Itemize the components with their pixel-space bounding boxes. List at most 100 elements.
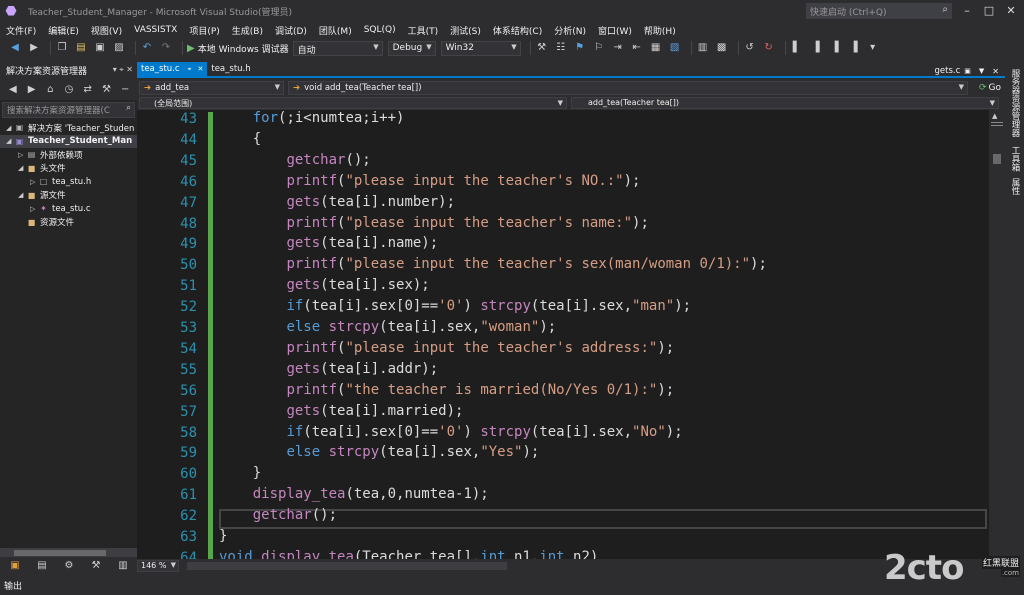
close-icon[interactable]: ✕: [198, 65, 204, 73]
search-icon[interactable]: ⌕: [126, 103, 131, 113]
splitter-handle[interactable]: [991, 122, 1003, 126]
toggle-bookmark-icon[interactable]: ⚐: [592, 41, 606, 55]
quick-launch-input[interactable]: 快速启动 (Ctrl+Q) ⌕: [806, 3, 952, 19]
sync-icon[interactable]: ⇄: [81, 83, 95, 97]
scrollbar-thumb[interactable]: [993, 154, 1001, 164]
properties-icon[interactable]: ⚒: [100, 83, 114, 97]
tree-item[interactable]: ◢ ■ 头文件: [0, 162, 137, 176]
code-line[interactable]: for(;i<numtea;i++): [219, 110, 405, 129]
start-debugging-button[interactable]: ▶ 本地 Windows 调试器: [187, 42, 289, 55]
solution-explorer-tab-icon[interactable]: ▣: [8, 559, 22, 573]
menu-item[interactable]: 工具(T): [408, 24, 439, 37]
menu-item[interactable]: 生成(B): [232, 24, 263, 37]
tree-item[interactable]: ◢ ▣ 解决方案 'Teacher_Studen: [0, 121, 137, 135]
window-layout-icon[interactable]: ▥: [696, 41, 710, 55]
code-line[interactable]: printf("the teacher is married(No/Yes 0/…: [219, 380, 674, 401]
forward-icon[interactable]: ▶: [25, 83, 39, 97]
property-manager-tab-icon[interactable]: ⚙: [62, 559, 76, 573]
tab-tea-stu-c[interactable]: tea_stu.c ⌖ ✕: [137, 62, 208, 76]
solution-explorer-search-input[interactable]: 搜索解决方案资源管理器(C ⌕: [2, 102, 135, 118]
expand-caret-icon[interactable]: ◢: [18, 164, 26, 172]
code-line[interactable]: gets(tea[i].married);: [219, 401, 463, 422]
code-line[interactable]: printf("please input the teacher's addre…: [219, 338, 674, 359]
resource-view-tab-icon[interactable]: ▥: [116, 559, 130, 573]
code-line[interactable]: display_tea(tea,0,numtea-1);: [219, 484, 489, 505]
team-explorer-tab-icon[interactable]: ⚒: [89, 559, 103, 573]
code-line[interactable]: }: [219, 526, 227, 547]
expand-caret-icon[interactable]: ▷: [30, 205, 38, 213]
code-text[interactable]: for(;i<numtea;i++) { getchar(); printf("…: [219, 110, 989, 559]
close-button[interactable]: ✕: [1000, 2, 1022, 20]
go-button[interactable]: ⟳ Go: [979, 80, 1005, 96]
global-scope-dropdown[interactable]: (全局范围) ▼: [139, 97, 567, 109]
menu-item[interactable]: 测试(S): [450, 24, 481, 37]
outdent-icon[interactable]: ⇤: [630, 41, 644, 55]
step-back-icon[interactable]: ↺: [743, 41, 757, 55]
tree-item[interactable]: ▷ □ tea_stu.h: [0, 175, 137, 189]
code-line[interactable]: else strcpy(tea[i].sex,"Yes");: [219, 442, 539, 463]
code-line[interactable]: {: [219, 129, 261, 150]
save-all-icon[interactable]: ▨: [112, 41, 126, 55]
step-icon[interactable]: ↻: [762, 41, 776, 55]
show-all-files-icon[interactable]: ◷: [62, 83, 76, 97]
menu-item[interactable]: 分析(N): [554, 24, 586, 37]
scroll-up-icon[interactable]: ▲: [992, 112, 997, 120]
output-panel-tab[interactable]: 输出: [0, 575, 1024, 595]
code-line[interactable]: gets(tea[i].sex);: [219, 275, 429, 296]
menu-item[interactable]: 文件(F): [6, 24, 36, 37]
toolbox-tab[interactable]: 工具箱: [1008, 144, 1021, 174]
find-in-files-icon[interactable]: ⚒: [535, 41, 549, 55]
scrollbar-thumb[interactable]: [14, 550, 106, 556]
editor-horizontal-scrollbar[interactable]: [187, 562, 507, 570]
code-line[interactable]: getchar();: [219, 505, 337, 526]
comment-icon[interactable]: ☷: [554, 41, 568, 55]
code-line[interactable]: getchar();: [219, 150, 370, 171]
code-line[interactable]: printf("please input the teacher's NO.:"…: [219, 171, 640, 192]
editor-vertical-scrollbar[interactable]: ▲: [989, 110, 1005, 559]
expand-caret-icon[interactable]: ◢: [18, 191, 26, 199]
properties-tab[interactable]: 属性: [1008, 174, 1021, 198]
class-view-tab-icon[interactable]: ▤: [35, 559, 49, 573]
menu-item[interactable]: 体系结构(C): [493, 24, 542, 37]
menu-item[interactable]: 视图(V): [91, 24, 122, 37]
code-line[interactable]: gets(tea[i].number);: [219, 192, 455, 213]
format-icon[interactable]: ▦: [649, 41, 663, 55]
tab-tea-stu-h[interactable]: tea_stu.h: [207, 62, 254, 76]
code-line[interactable]: gets(tea[i].addr);: [219, 359, 438, 380]
menu-item[interactable]: SQL(Q): [364, 25, 396, 35]
code-line[interactable]: if(tea[i].sex[0]=='0') strcpy(tea[i].sex…: [219, 296, 691, 317]
tree-item[interactable]: ■ 资源文件: [0, 216, 137, 230]
open-file-icon[interactable]: ▤: [74, 41, 88, 55]
redo-icon[interactable]: ↷: [159, 41, 173, 55]
toolbar-overflow-icon[interactable]: ▾: [866, 41, 880, 55]
bookmark-clear-icon[interactable]: ▐: [847, 41, 861, 55]
indent-icon[interactable]: ⇥: [611, 41, 625, 55]
code-editor[interactable]: 43 44 45 46 47 48 49 50 51 52 53 54 55 56 57 58 59 60 61 62…: [137, 110, 989, 559]
code-line[interactable]: gets(tea[i].name);: [219, 233, 438, 254]
zoom-dropdown[interactable]: 146 % ▼: [137, 560, 179, 572]
preview-tab-gets-c[interactable]: gets.c ▣ ▼ ✕: [935, 66, 1005, 76]
pin-icon[interactable]: ▾ ⌖ ✕: [113, 65, 133, 75]
minimize-button[interactable]: –: [956, 2, 978, 20]
search-icon[interactable]: ⌕: [942, 4, 948, 15]
code-line[interactable]: }: [219, 463, 261, 484]
maximize-button[interactable]: □: [978, 2, 1000, 20]
tree-item[interactable]: ▷ ▤ 外部依赖项: [0, 148, 137, 162]
menu-item[interactable]: 帮助(H): [644, 24, 676, 37]
member-dropdown[interactable]: add_tea(Teacher tea[]) ▼: [571, 97, 999, 109]
new-project-icon[interactable]: ❐: [55, 41, 69, 55]
menu-item[interactable]: 团队(M): [319, 24, 352, 37]
arrange-icon[interactable]: ▩: [715, 41, 729, 55]
menu-item[interactable]: 编辑(E): [48, 24, 79, 37]
code-line[interactable]: void display_tea(Teacher tea[],int n1,in…: [219, 547, 598, 559]
code-line[interactable]: else strcpy(tea[i].sex,"woman");: [219, 317, 556, 338]
function-dropdown[interactable]: ➔ void add_tea(Teacher tea[]) ▼: [288, 81, 968, 95]
menu-item[interactable]: 项目(P): [189, 24, 219, 37]
back-icon[interactable]: ◀: [6, 83, 20, 97]
menu-item[interactable]: 调试(D): [275, 24, 307, 37]
class-view-icon[interactable]: ▧: [668, 41, 682, 55]
menu-item[interactable]: VASSISTX: [134, 25, 177, 35]
code-line[interactable]: if(tea[i].sex[0]=='0') strcpy(tea[i].sex…: [219, 422, 682, 443]
bookmark-next-icon[interactable]: ▐: [828, 41, 842, 55]
collapse-icon[interactable]: −: [118, 83, 132, 97]
